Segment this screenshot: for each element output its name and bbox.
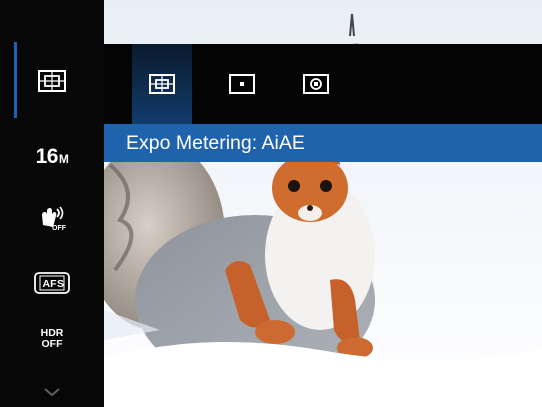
chevron-down-icon	[44, 388, 60, 397]
metering-aiae-icon	[149, 74, 175, 94]
metering-label: Expo Metering: AiAE	[126, 131, 305, 154]
sidebar-item-metering[interactable]	[8, 64, 96, 98]
metering-aiae-icon	[38, 70, 66, 92]
metering-option-aiae[interactable]	[132, 44, 192, 124]
metering-label-bar: Expo Metering: AiAE	[104, 124, 542, 162]
sidebar-item-image-size[interactable]: 16 M	[8, 140, 96, 174]
hdr-state: OFF	[41, 338, 63, 350]
metering-spot-icon	[229, 74, 255, 94]
stabilizer-off-icon: OFF	[42, 206, 67, 232]
autofocus-single-icon: AF S	[34, 272, 70, 294]
settings-sidebar: 16 M OFF AF S HDR OFF	[0, 0, 104, 407]
metering-option-center[interactable]	[296, 44, 336, 124]
svg-text:S: S	[57, 278, 64, 290]
image-size-unit: M	[58, 152, 69, 166]
image-size-value: 16	[35, 145, 59, 168]
camera-screen: Expo Metering: AiAE 16 M OFF AF S HDR OF…	[0, 0, 542, 407]
svg-text:OFF: OFF	[52, 225, 67, 232]
sidebar-item-hdr[interactable]: HDR OFF	[8, 322, 96, 356]
sidebar-item-focus-mode[interactable]: AF S	[8, 266, 96, 300]
metering-option-spot[interactable]	[222, 44, 262, 124]
sidebar-item-stabilizer[interactable]: OFF	[8, 202, 96, 236]
metering-center-icon	[303, 74, 329, 94]
metering-menu	[104, 44, 542, 124]
sidebar-scroll-down[interactable]	[8, 383, 96, 401]
svg-text:AF: AF	[43, 278, 58, 290]
